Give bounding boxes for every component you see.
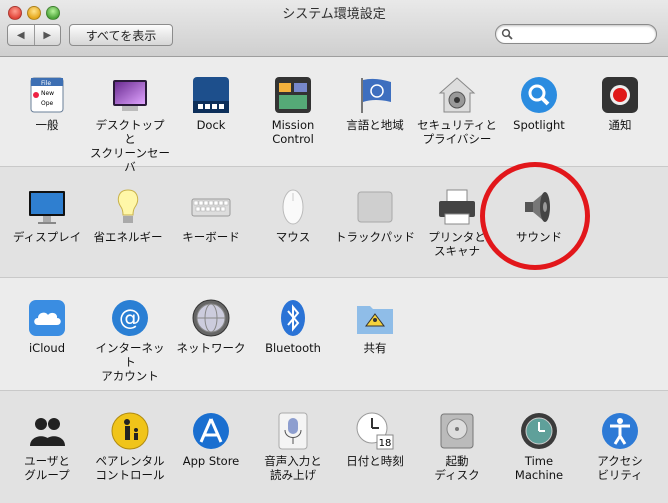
clock-icon: 18 [355,411,395,451]
users-icon [27,411,67,451]
pref-timemachine[interactable]: Time Machine [499,411,579,482]
search-input[interactable] [518,27,652,43]
pref-label: キーボード [182,230,240,244]
display-icon [27,187,67,227]
pref-displays[interactable]: ディスプレイ [7,187,87,244]
pref-sharing[interactable]: 共有 [335,298,415,355]
at-icon: @ [110,298,150,338]
pref-label: 共有 [363,341,387,355]
pref-notifications[interactable]: 通知 [580,75,660,132]
chevron-left-icon: ◀ [16,29,25,41]
calendar-badge-text: 18 [379,438,392,449]
pref-general[interactable]: File New Ope 一般 [7,75,87,132]
bluetooth-icon [273,298,313,338]
pref-datetime[interactable]: 18 日付と時刻 [335,411,415,468]
pref-label: マウス [275,230,311,244]
pref-icloud[interactable]: iCloud [7,298,87,355]
trackpad-icon [355,187,395,227]
pref-dictation[interactable]: 音声入力と 読み上げ [253,411,333,482]
app-store-icon [191,411,231,451]
annotation-red-circle [480,162,590,270]
house-lock-icon [437,75,477,115]
pref-label: iCloud [28,341,66,355]
pref-label: ネットワーク [176,341,246,355]
pref-spotlight[interactable]: Spotlight [499,75,579,132]
general-icon: File New Ope [27,75,67,115]
pref-desktop[interactable]: デスクトップと スクリーンセーバ [90,75,170,174]
keyboard-icon [191,187,231,227]
back-button[interactable]: ◀ [8,25,34,45]
pref-label: 一般 [35,118,59,132]
microphone-icon [273,411,313,451]
pref-startup[interactable]: 起動 ディスク [417,411,497,482]
pref-bluetooth[interactable]: Bluetooth [253,298,333,355]
pref-label: 音声入力と 読み上げ [264,454,322,482]
pref-label: 起動 ディスク [434,454,480,482]
general-icon-text-1: File [41,80,51,87]
system-preferences-window: システム環境設定 ◀ ▶ すべてを表示 File New Ope 一般 デスクトップと … [0,0,668,503]
pref-network[interactable]: ネットワーク [171,298,251,355]
pref-label: セキュリティと プライバシー [417,118,497,146]
bulb-icon [108,187,148,227]
pref-internet[interactable]: @ インターネット アカウント [90,298,170,383]
globe-icon [191,298,231,338]
mission-control-icon [273,75,313,115]
pref-label: ペアレンタル コントロール [95,454,165,482]
back-forward-control: ◀ ▶ [7,24,61,46]
disk-icon [437,411,477,451]
pref-mouse[interactable]: マウス [253,187,333,244]
pref-trackpad[interactable]: トラックパッド [335,187,415,244]
pref-language[interactable]: 言語と地域 [335,75,415,132]
pref-keyboard[interactable]: キーボード [171,187,251,244]
pref-label: Dock [196,118,226,132]
pref-dock[interactable]: Dock [171,75,251,132]
search-icon [501,28,513,40]
accessibility-icon [600,411,640,451]
pref-energy[interactable]: 省エネルギー [88,187,168,244]
show-all-button[interactable]: すべてを表示 [69,24,173,46]
pref-appstore[interactable]: App Store [171,411,251,468]
general-icon-text-2: New [41,90,54,97]
pref-label: App Store [182,454,240,468]
pref-mission[interactable]: Mission Control [253,75,333,146]
spotlight-icon [519,75,559,115]
flag-icon [355,75,395,115]
pref-label: Mission Control [271,118,315,146]
parental-icon [110,411,150,451]
pref-label: トラックパッド [335,230,415,244]
pref-label: 言語と地域 [346,118,404,132]
pref-label: 通知 [608,118,632,132]
pref-label: Bluetooth [265,341,321,355]
pref-security[interactable]: セキュリティと プライバシー [417,75,497,146]
pref-label: 省エネルギー [93,230,163,244]
pref-label: デスクトップと スクリーンセーバ [90,118,170,174]
cloud-icon [27,298,67,338]
pref-label: インターネット アカウント [95,341,165,383]
desktop-icon [110,75,150,115]
general-icon-text-3: Ope [41,100,54,107]
forward-button[interactable]: ▶ [33,25,61,45]
printer-icon [437,187,477,227]
pref-label: 日付と時刻 [346,454,404,468]
notification-icon [600,75,640,115]
pref-label: Time Machine [514,454,564,482]
window-title: システム環境設定 [282,7,386,22]
pref-users[interactable]: ユーザと グループ [7,411,87,482]
pref-accessibility[interactable]: アクセシ ビリティ [580,411,660,482]
pref-parental[interactable]: ペアレンタル コントロール [90,411,170,482]
chevron-right-icon: ▶ [43,29,52,41]
svg-text:@: @ [119,306,141,331]
pref-label: Spotlight [513,118,565,132]
pref-label: ディスプレイ [12,230,82,244]
time-machine-icon [519,411,559,451]
pref-label: アクセシ ビリティ [597,454,643,482]
search-field[interactable] [495,24,657,44]
pref-label: ユーザと グループ [24,454,70,482]
mouse-icon [273,187,313,227]
dock-icon [191,75,231,115]
folder-sharing-icon [355,298,395,338]
toolbar: システム環境設定 ◀ ▶ すべてを表示 [0,0,668,57]
